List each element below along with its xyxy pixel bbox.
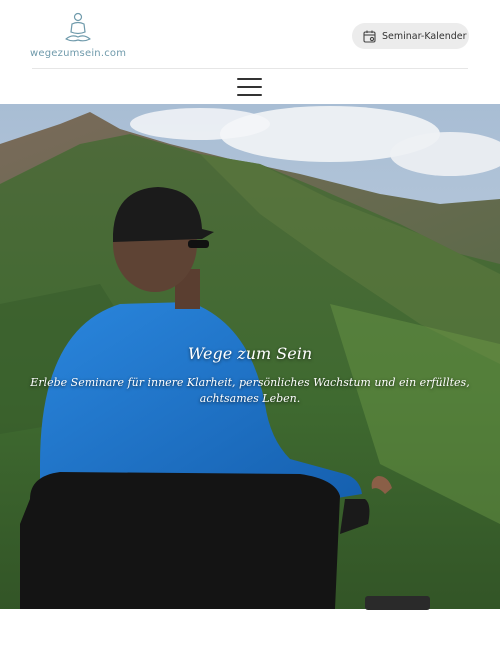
site-logo[interactable]: wegezumsein.com <box>30 12 126 62</box>
hero-subtitle: Erlebe Seminare für innere Klarheit, per… <box>30 376 470 405</box>
meditation-figure-icon <box>65 12 91 42</box>
logo-text: wegezumsein.com <box>30 48 127 59</box>
calendar-icon <box>363 30 376 43</box>
seminar-calendar-label: Seminar-Kalender <box>382 30 467 42</box>
hero-section: Wege zum Sein Erlebe Seminare für innere… <box>0 104 500 666</box>
header-divider <box>32 68 468 69</box>
hamburger-menu-icon[interactable] <box>237 78 262 96</box>
hero-text-block: Wege zum Sein Erlebe Seminare für innere… <box>30 344 470 407</box>
site-header: wegezumsein.com Seminar-Kalender <box>0 0 500 104</box>
hero-title: Wege zum Sein <box>187 344 313 363</box>
seminar-calendar-button[interactable]: Seminar-Kalender <box>352 23 469 49</box>
